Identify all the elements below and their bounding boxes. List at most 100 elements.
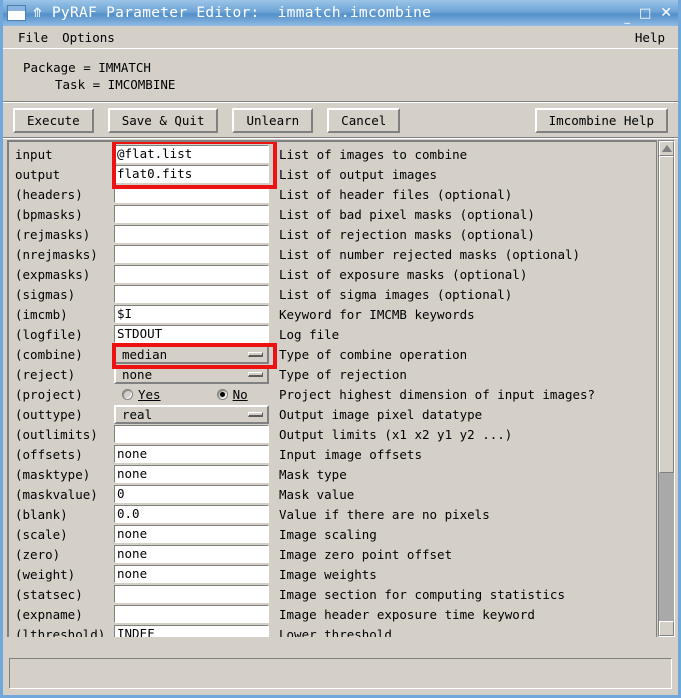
parameter-field-wrapper [114,585,269,603]
parameter-field-wrapper: Yes No [114,387,269,402]
radio-option-no[interactable]: No [216,386,248,402]
parameter-text-input[interactable]: none [114,465,269,483]
parameter-panel: input @flat.list List of images to combine… [3,138,678,638]
parameter-description: List of sigma images (optional) [279,286,513,302]
unlearn-button[interactable]: Unlearn [232,107,314,133]
parameter-description: Project highest dimension of input image… [279,386,596,402]
parameter-text-input[interactable]: none [114,545,269,563]
parameter-label: (weight) [15,566,76,582]
up-arrow-icon[interactable]: ⤊ [32,7,43,20]
radio-option-label: No [232,386,248,402]
parameter-label: (bpmasks) [15,206,83,222]
window-icon [7,5,26,21]
parameter-text-input[interactable]: none [114,525,269,543]
parameter-description: Image scaling [279,526,377,542]
parameter-row: (rejmasks) List of rejection masks (optio… [9,224,656,244]
parameter-field-wrapper: STDOUT [114,325,269,343]
cancel-button[interactable]: Cancel [327,107,401,133]
scroll-down-button[interactable] [659,621,674,636]
menu-item-file[interactable]: File [11,29,55,46]
save-and-quit-button[interactable]: Save & Quit [107,107,219,133]
parameter-description: Type of rejection [279,366,407,382]
titlebar[interactable]: ⤊ PyRAF Parameter Editor: immatch.imcomb… [3,0,678,26]
parameter-field-wrapper: 0 [114,485,269,503]
dropdown-indicator-icon [248,411,263,417]
parameter-field-wrapper [114,425,269,443]
parameter-text-input[interactable] [114,285,269,303]
parameter-row: (project) Yes No Project highest dimension … [9,384,656,404]
imcombine-help-button[interactable]: Imcombine Help [534,107,668,133]
parameter-field-wrapper: real [114,404,269,424]
parameter-rows: input @flat.list List of images to combine… [9,142,656,637]
parameter-dropdown[interactable]: real [114,404,269,424]
parameter-text-input[interactable]: flat0.fits [114,165,269,183]
parameter-label: (outtype) [15,406,83,422]
execute-button[interactable]: Execute [13,107,94,133]
maximize-button[interactable]: □ [639,7,651,20]
parameter-row: (lthreshold) INDEF Lower threshold [9,624,656,637]
parameter-field-wrapper: none [114,364,269,384]
parameter-text-input[interactable]: @flat.list [114,145,269,163]
parameter-description: Type of combine operation [279,346,468,362]
menu-item-help[interactable]: Help [628,29,672,46]
parameter-field-wrapper: 0.0 [114,505,269,523]
vertical-scrollbar[interactable] [658,140,675,637]
parameter-label: (sigmas) [15,286,76,302]
parameter-label: (statsec) [15,586,83,602]
minimize-button[interactable]: _ [624,12,630,23]
radio-mark-icon [122,388,133,400]
scroll-up-button[interactable] [659,141,674,156]
parameter-row: (combine) median Type of combine operation [9,344,656,364]
parameter-row: (headers) List of header files (optional) [9,184,656,204]
parameter-text-input[interactable] [114,425,269,443]
parameter-label: (offsets) [15,446,83,462]
parameter-row: (masktype) none Mask type [9,464,656,484]
parameter-field-wrapper: none [114,525,269,543]
chevron-up-icon [661,144,672,152]
parameter-text-input[interactable] [114,225,269,243]
parameter-text-input[interactable]: STDOUT [114,325,269,343]
parameter-radio-group: Yes No [114,387,269,402]
parameter-text-input[interactable] [114,205,269,223]
parameter-text-input[interactable] [114,585,269,603]
parameter-label: (expmasks) [15,266,91,282]
parameter-text-input[interactable]: none [114,565,269,583]
dropdown-value: none [122,366,153,382]
parameter-label: (masktype) [15,466,91,482]
parameter-text-input[interactable]: INDEF [114,625,269,637]
parameter-description: Log file [279,326,340,342]
parameter-dropdown[interactable]: median [114,344,269,364]
parameter-row: (weight) none Image weights [9,564,656,584]
parameter-label: (combine) [15,346,83,362]
parameter-dropdown[interactable]: none [114,364,269,384]
close-button[interactable]: ✕ [660,6,672,20]
scrollbar-thumb[interactable] [659,156,674,473]
parameter-text-input[interactable] [114,245,269,263]
statusbar [3,653,678,695]
parameter-row: (offsets) none Input image offsets [9,444,656,464]
dropdown-indicator-icon [248,351,263,357]
menu-item-options[interactable]: Options [55,29,122,46]
parameter-text-input[interactable] [114,605,269,623]
parameter-description: Output limits (x1 x2 y1 y2 ...) [279,426,513,442]
parameter-description: List of bad pixel masks (optional) [279,206,535,222]
parameter-label: (rejmasks) [15,226,91,242]
parameter-description: List of images to combine [279,146,468,162]
parameter-row: (reject) none Type of rejection [9,364,656,384]
parameter-row: (outtype) real Output image pixel datatype [9,404,656,424]
parameter-field-wrapper: none [114,565,269,583]
scrollbar-track[interactable] [659,156,674,621]
radio-option-yes[interactable]: Yes [122,387,161,402]
parameter-row: (statsec) Image section for computing sta… [9,584,656,604]
parameter-field-wrapper [114,605,269,623]
parameter-text-input[interactable]: $I [114,305,269,323]
parameter-text-input[interactable] [114,185,269,203]
parameter-text-input[interactable] [114,265,269,283]
parameter-text-input[interactable]: none [114,445,269,463]
parameter-description: List of header files (optional) [279,186,513,202]
parameter-text-input[interactable]: 0 [114,485,269,503]
task-line: Task = IMCOMBINE [55,77,176,92]
parameter-text-input[interactable]: 0.0 [114,505,269,523]
parameter-field-wrapper: flat0.fits [114,165,269,183]
package-line: Package = IMMATCH [23,60,151,75]
